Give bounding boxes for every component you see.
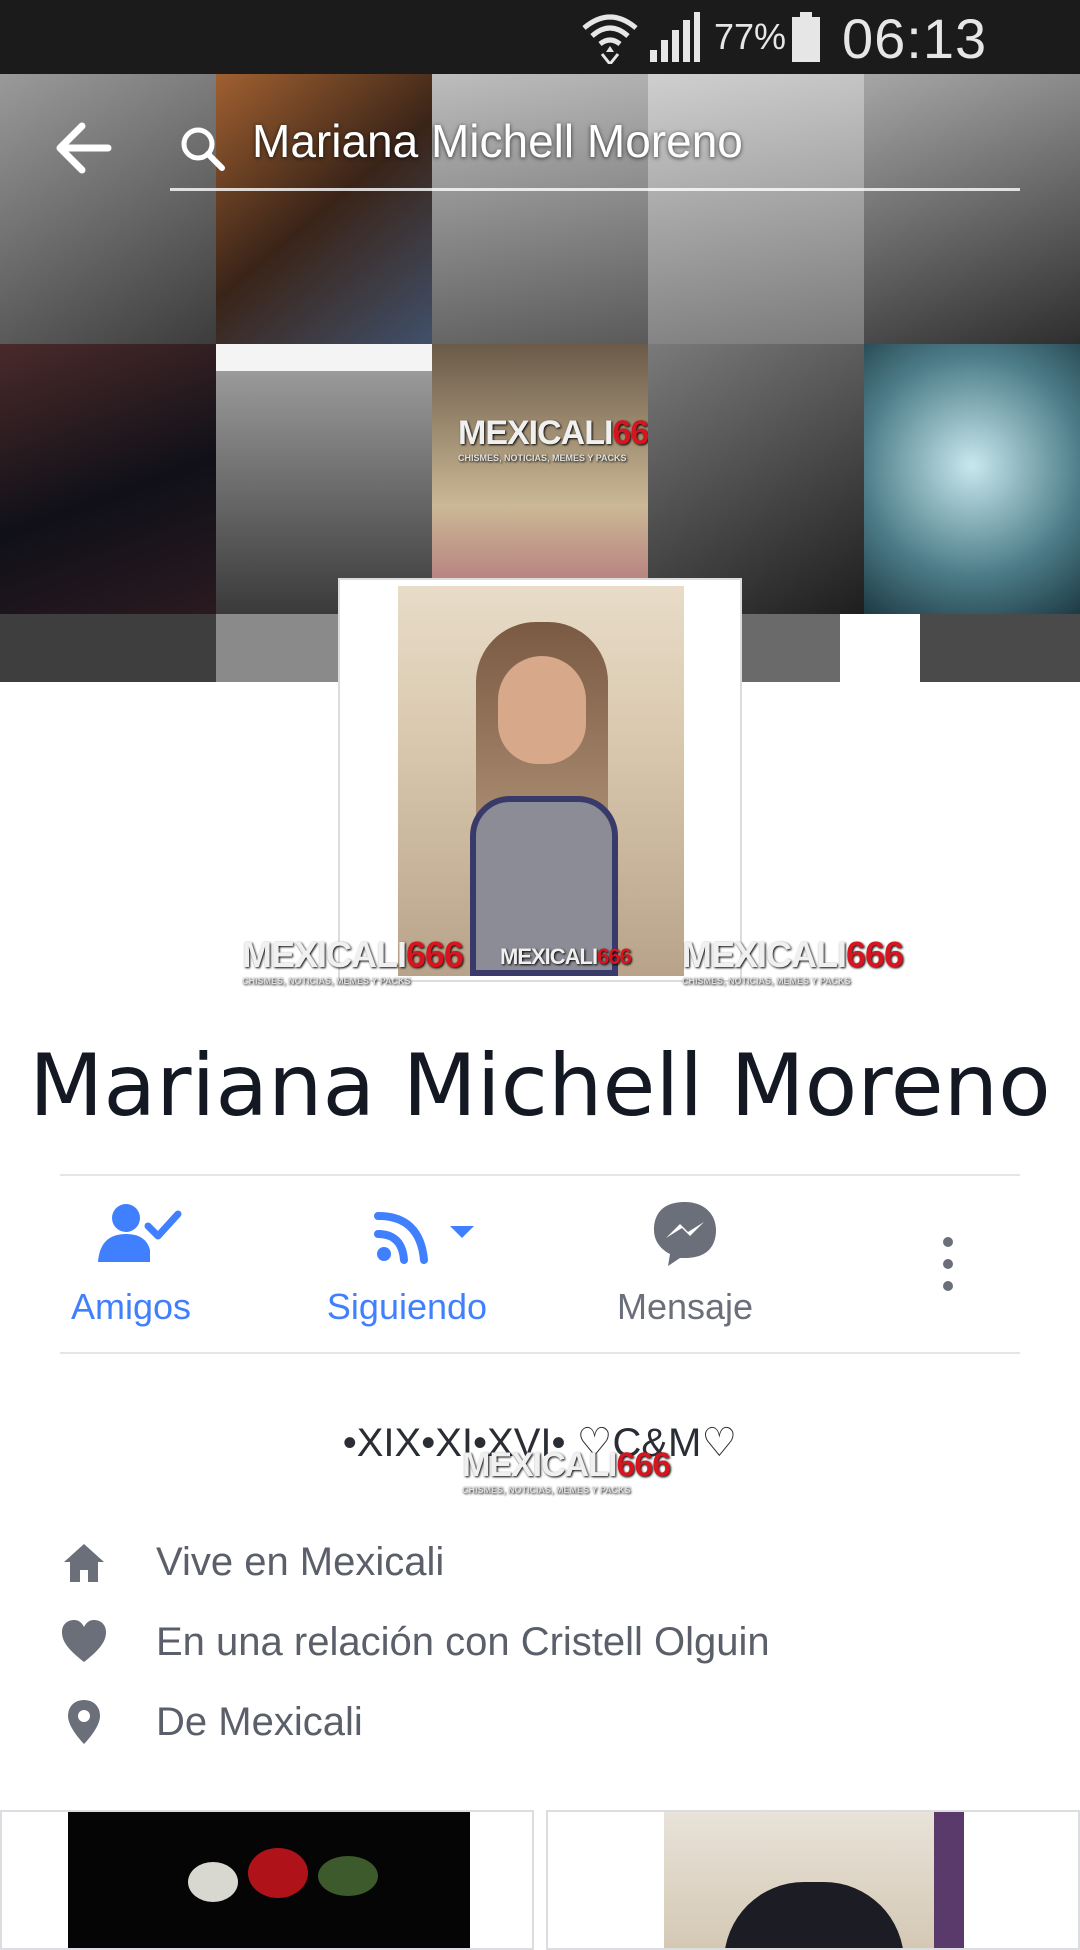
search-underline: [170, 188, 1020, 191]
photo-thumbnail: [664, 1812, 964, 1948]
cover-tile: [0, 344, 216, 614]
friends-check-icon: [98, 1204, 182, 1262]
message-label: Mensaje: [616, 1286, 754, 1327]
info-text: Vive en Mexicali: [156, 1540, 445, 1584]
photo-card[interactable]: [0, 1810, 534, 1950]
cover-tile: [648, 344, 864, 614]
battery-percentage: 77%: [714, 16, 787, 57]
divider: [60, 1352, 1020, 1354]
cover-tile: MEXICALI666 CHISMES, NOTICIAS, MEMES Y P…: [432, 344, 648, 614]
cover-tile: [840, 614, 920, 682]
info-text: De Mexicali: [156, 1700, 363, 1744]
divider: [60, 1174, 1020, 1176]
friends-button[interactable]: Amigos: [16, 1200, 246, 1330]
wifi-icon: [582, 14, 638, 64]
cover-tile: [864, 344, 1080, 614]
more-options-icon[interactable]: [930, 1234, 966, 1294]
profile-name: Mariana Michell Moreno: [29, 1036, 1051, 1136]
following-button[interactable]: Siguiendo: [292, 1200, 522, 1330]
battery-icon: [792, 12, 820, 62]
following-label: Siguiendo: [326, 1286, 488, 1327]
messenger-icon: [654, 1202, 716, 1266]
heart-icon: [62, 1620, 106, 1662]
cover-tile: [0, 614, 216, 682]
back-arrow-icon[interactable]: [52, 120, 112, 176]
cover-tile: [920, 614, 1080, 682]
friends-label: Amigos: [70, 1286, 192, 1327]
watermark-logo: MEXICALI666 CHISMES, NOTICIAS, MEMES Y P…: [462, 1446, 671, 1495]
follow-feed-icon: [374, 1212, 474, 1264]
signal-icon: [650, 12, 700, 62]
location-pin-icon: [68, 1700, 100, 1744]
status-bar: 77% 06:13 PM: [0, 0, 1080, 135]
home-icon: [64, 1544, 104, 1582]
info-row-from[interactable]: De Mexicali: [60, 1692, 1020, 1752]
watermark-logo: MEXICALI666 CHISMES, NOTICIAS, MEMES Y P…: [242, 934, 464, 986]
profile-photo: [398, 586, 684, 976]
photo-card[interactable]: [546, 1810, 1080, 1950]
message-button[interactable]: Mensaje: [570, 1200, 800, 1330]
info-text: En una relación con Cristell Olguin: [156, 1620, 770, 1664]
cover-tile: [216, 344, 432, 614]
search-input[interactable]: Mariana Michell Moreno: [252, 114, 743, 168]
photo-thumbnail: [68, 1812, 470, 1948]
info-row-relationship[interactable]: En una relación con Cristell Olguin: [60, 1612, 1020, 1672]
watermark-logo: MEXICALI666 CHISMES, NOTICIAS, MEMES Y P…: [458, 414, 648, 463]
profile-picture[interactable]: [338, 578, 742, 982]
search-icon[interactable]: [178, 124, 226, 172]
cover-tile: [740, 614, 840, 682]
info-row-lives-in[interactable]: Vive en Mexicali: [60, 1532, 1020, 1592]
watermark-logo: MEXICALI666: [500, 944, 632, 969]
search-header: Mariana Michell Moreno: [0, 74, 1080, 204]
watermark-logo: MEXICALI666 CHISMES, NOTICIAS, MEMES Y P…: [682, 934, 904, 986]
